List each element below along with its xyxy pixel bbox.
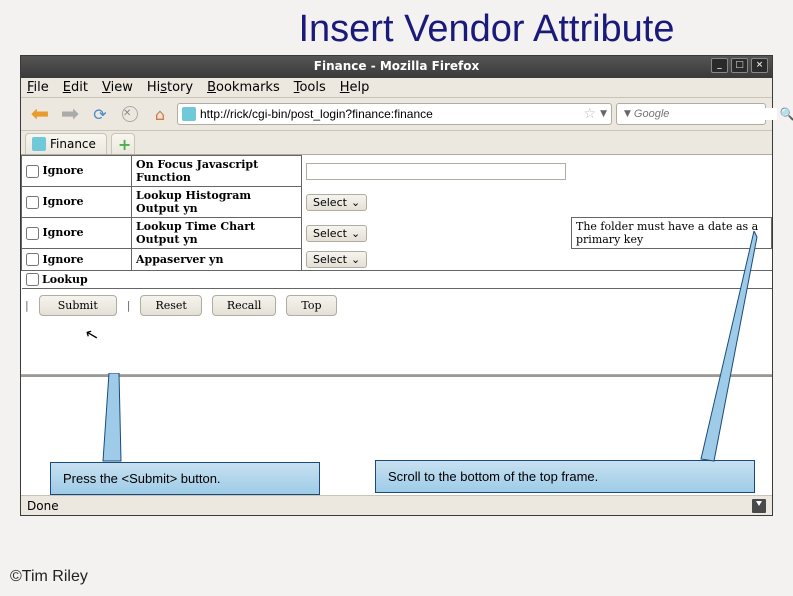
ignore-label: Ignore: [43, 164, 84, 177]
row-label: Appaserver yn: [132, 249, 302, 271]
close-button[interactable]: ×: [751, 58, 768, 73]
new-tab-button[interactable]: +: [111, 133, 135, 154]
timechart-select[interactable]: Select ⌄: [306, 225, 367, 242]
reload-icon[interactable]: ⟳: [87, 102, 113, 126]
ignore-checkbox[interactable]: [26, 227, 39, 240]
row-label: Lookup Time Chart Output yn: [132, 218, 302, 249]
tab-finance[interactable]: Finance: [25, 133, 107, 154]
top-button[interactable]: Top: [286, 295, 336, 316]
lookup-label: Lookup: [42, 273, 88, 286]
navigation-toolbar: ⬅ ➡ ⟳ ✕ ⌂ ☆ ▼ ▼ 🔍: [21, 98, 772, 131]
stop-icon[interactable]: ✕: [117, 102, 143, 126]
home-icon[interactable]: ⌂: [147, 102, 173, 126]
lookup-checkbox[interactable]: [26, 273, 39, 286]
menu-history[interactable]: History: [147, 80, 193, 95]
form-table: Ignore On Focus Javascript Function Igno…: [21, 155, 772, 289]
tab-favicon-icon: [32, 137, 46, 151]
chevron-down-icon: ⌄: [351, 253, 360, 266]
page-content: Ignore On Focus Javascript Function Igno…: [21, 155, 772, 375]
url-input[interactable]: [200, 107, 580, 121]
callout-text: Scroll to the bottom of the top frame.: [388, 469, 598, 484]
row-label: Lookup Histogram Output yn: [132, 187, 302, 218]
button-row: | Submit | Reset Recall Top: [21, 289, 772, 322]
menu-file[interactable]: File: [27, 80, 49, 95]
histogram-select[interactable]: Select ⌄: [306, 194, 367, 211]
copyright: ©Tim Riley: [10, 568, 88, 586]
chevron-down-icon: ⌄: [351, 196, 360, 209]
tab-bar: Finance +: [21, 131, 772, 155]
reset-button[interactable]: Reset: [140, 295, 201, 316]
appaserver-select[interactable]: Select ⌄: [306, 251, 367, 268]
menu-help[interactable]: Help: [340, 80, 370, 95]
chevron-down-icon: ⌄: [351, 227, 360, 240]
callout-submit: Press the <Submit> button.: [50, 462, 320, 495]
back-icon[interactable]: ⬅: [27, 102, 53, 126]
ignore-checkbox[interactable]: [26, 165, 39, 178]
window-titlebar: Finance - Mozilla Firefox _ □ ×: [21, 56, 772, 78]
search-icon[interactable]: 🔍: [780, 107, 793, 121]
js-function-input[interactable]: [306, 163, 566, 180]
download-icon[interactable]: [752, 499, 766, 513]
browser-window: Finance - Mozilla Firefox _ □ × File Edi…: [20, 55, 773, 516]
menu-edit[interactable]: Edit: [63, 80, 88, 95]
menubar: File Edit View History Bookmarks Tools H…: [21, 78, 772, 98]
ignore-label: Ignore: [43, 226, 84, 239]
ignore-label: Ignore: [43, 195, 84, 208]
maximize-button[interactable]: □: [731, 58, 748, 73]
window-title: Finance - Mozilla Firefox: [314, 59, 479, 73]
bookmark-star-icon[interactable]: ☆: [584, 106, 597, 122]
callout-text: Press the <Submit> button.: [63, 471, 221, 486]
url-history-dropdown-icon[interactable]: ▼: [600, 109, 607, 119]
url-bar[interactable]: ☆ ▼: [177, 103, 612, 125]
ignore-checkbox[interactable]: [26, 196, 39, 209]
minimize-button[interactable]: _: [711, 58, 728, 73]
menu-tools[interactable]: Tools: [294, 80, 326, 95]
ignore-checkbox[interactable]: [26, 253, 39, 266]
callout-scroll: Scroll to the bottom of the top frame.: [375, 460, 755, 493]
submit-button[interactable]: Submit: [39, 295, 117, 316]
recall-button[interactable]: Recall: [212, 295, 277, 316]
tab-label: Finance: [50, 137, 96, 151]
menu-bookmarks[interactable]: Bookmarks: [207, 80, 280, 95]
row-label: On Focus Javascript Function: [132, 156, 302, 187]
search-input[interactable]: [634, 108, 777, 120]
ignore-label: Ignore: [43, 253, 84, 266]
search-engine-dropdown-icon[interactable]: ▼: [624, 109, 631, 119]
status-bar: Done: [21, 495, 772, 515]
slide-title: Insert Vendor Attribute: [0, 0, 793, 55]
favicon-icon: [182, 107, 196, 121]
forward-icon[interactable]: ➡: [57, 102, 83, 126]
menu-view[interactable]: View: [102, 80, 133, 95]
status-text: Done: [27, 499, 59, 513]
search-bar[interactable]: ▼ 🔍: [616, 103, 766, 125]
